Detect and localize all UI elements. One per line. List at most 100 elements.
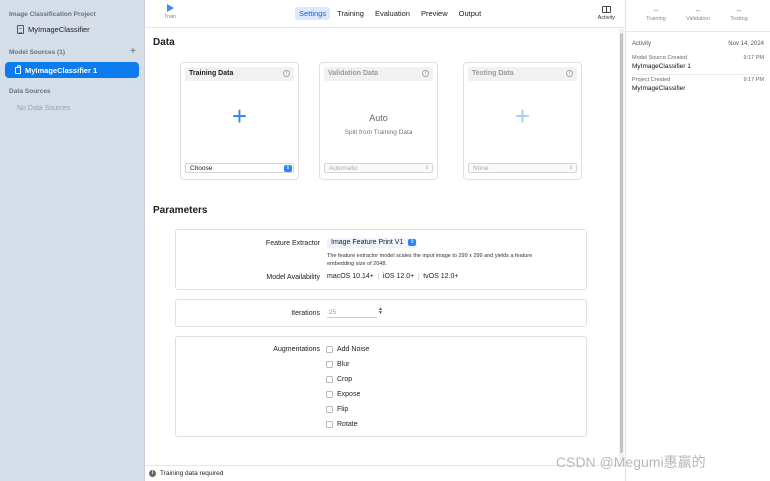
iterations-label: Iterations bbox=[291, 310, 320, 317]
model-source-icon bbox=[15, 64, 21, 74]
augmentation-add-noise[interactable]: Add Noise bbox=[326, 346, 369, 353]
testing-data-header: Testing Data ? bbox=[468, 67, 577, 81]
iterations-stepper[interactable]: ▲ ▼ bbox=[378, 307, 383, 316]
tab-evaluation[interactable]: Evaluation bbox=[371, 7, 414, 20]
help-icon[interactable]: ? bbox=[566, 70, 573, 77]
model-availability-label: Model Availability bbox=[266, 274, 320, 281]
iterations-panel: Iterations 25 ▲ ▼ bbox=[175, 299, 587, 327]
play-icon bbox=[167, 4, 174, 12]
checkbox[interactable] bbox=[326, 421, 333, 428]
tab-training[interactable]: Training bbox=[333, 7, 368, 20]
checkbox[interactable] bbox=[326, 376, 333, 383]
augmentations-panel: Augmentations Add Noise Blur Crop Expose… bbox=[175, 336, 587, 437]
feature-extractor-label: Feature Extractor bbox=[265, 240, 320, 247]
tab-settings[interactable]: Settings bbox=[295, 7, 331, 20]
activity-event: Model Source Created bbox=[632, 55, 688, 61]
add-testing-data-button[interactable]: + bbox=[515, 103, 530, 129]
augmentation-flip[interactable]: Flip bbox=[326, 406, 348, 413]
activity-name: MyImageClassifier 1 bbox=[632, 63, 691, 70]
metric-training: -- Training bbox=[636, 8, 676, 22]
metric-label: Validation bbox=[686, 16, 710, 22]
model-source-label: MyImageClassifier 1 bbox=[25, 65, 98, 75]
augmentation-label: Expose bbox=[337, 391, 361, 398]
checkbox[interactable] bbox=[326, 391, 333, 398]
augmentation-expose[interactable]: Expose bbox=[326, 391, 360, 398]
sidebar: Image Classification Project MyImageClas… bbox=[0, 0, 145, 481]
chevron-updown-icon: ⇕ bbox=[284, 164, 292, 172]
tab-output[interactable]: Output bbox=[455, 7, 486, 20]
metric-label: Testing bbox=[730, 16, 748, 22]
document-icon bbox=[17, 25, 24, 34]
augmentation-label: Blur bbox=[337, 361, 350, 368]
activity-header: Activity Nov 14, 2024 bbox=[632, 41, 764, 47]
project-name: MyImageClassifier bbox=[28, 25, 90, 34]
training-data-title: Training Data bbox=[189, 70, 234, 77]
iterations-field[interactable]: 25 bbox=[327, 309, 377, 318]
activity-time: 9:17 PM bbox=[743, 55, 764, 61]
activity-entry: Project Created 9:17 PM MyImageClassifie… bbox=[632, 77, 764, 92]
chevron-updown-icon: ⇕ bbox=[408, 239, 417, 246]
metric-validation: -- Validation bbox=[678, 8, 718, 22]
project-header: Image Classification Project bbox=[9, 11, 96, 18]
training-data-card[interactable]: Training Data ? + Choose ⇕ bbox=[180, 62, 299, 180]
add-model-source-button[interactable]: + bbox=[130, 46, 136, 57]
augmentation-rotate[interactable]: Rotate bbox=[326, 421, 358, 428]
divider bbox=[632, 74, 764, 75]
checkbox[interactable] bbox=[326, 406, 333, 413]
tab-preview[interactable]: Preview bbox=[417, 7, 452, 20]
activity-event: Project Created bbox=[632, 77, 671, 83]
metric-value: -- bbox=[695, 8, 701, 15]
validation-data-card: Validation Data ? Auto Split from Traini… bbox=[319, 62, 438, 180]
augmentation-label: Rotate bbox=[337, 421, 358, 428]
os-tvos: tvOS 12.0+ bbox=[418, 273, 462, 280]
feature-extractor-description: The feature extractor model scales the i… bbox=[327, 253, 533, 267]
status-bar: i Training data required bbox=[146, 465, 625, 481]
sidebar-item-model-source[interactable]: MyImageClassifier 1 bbox=[5, 62, 139, 78]
os-ios: iOS 12.0+ bbox=[377, 273, 418, 280]
augmentation-label: Flip bbox=[337, 406, 349, 413]
os-availability: macOS 10.14+ iOS 12.0+ tvOS 12.0+ bbox=[326, 273, 462, 280]
validation-data-title: Validation Data bbox=[328, 70, 379, 77]
validation-data-select-value: Automatic bbox=[329, 165, 358, 172]
augmentation-blur[interactable]: Blur bbox=[326, 361, 349, 368]
help-icon[interactable]: ? bbox=[422, 70, 429, 77]
validation-data-select[interactable]: Automatic ⇕ bbox=[324, 163, 433, 173]
feature-extractor-panel: Feature Extractor Image Feature Print V1… bbox=[175, 229, 587, 290]
sidebar-item-project[interactable]: MyImageClassifier bbox=[17, 25, 90, 34]
training-data-select[interactable]: Choose ⇕ bbox=[185, 163, 294, 173]
testing-data-select-value: None bbox=[473, 165, 489, 172]
validation-data-header: Validation Data ? bbox=[324, 67, 433, 81]
metric-label: Training bbox=[646, 16, 666, 22]
model-sources-header: Model Sources (1) bbox=[9, 49, 65, 56]
activity-name: MyImageClassifier bbox=[632, 85, 686, 92]
info-icon: i bbox=[149, 470, 156, 477]
training-data-select-value: Choose bbox=[190, 165, 213, 172]
validation-auto-subtitle: Split from Training Data bbox=[344, 129, 413, 136]
activity-toggle-button[interactable]: Activity bbox=[598, 6, 615, 21]
data-sources-header: Data Sources bbox=[9, 88, 51, 95]
training-data-header: Training Data ? bbox=[185, 67, 294, 81]
add-training-data-button[interactable]: + bbox=[232, 103, 247, 129]
metric-value: -- bbox=[736, 8, 742, 15]
toolbar: Train Settings Training Evaluation Previ… bbox=[146, 0, 625, 28]
vertical-scrollbar[interactable] bbox=[619, 29, 624, 465]
train-button[interactable]: Train bbox=[160, 4, 180, 20]
scrollbar-thumb[interactable] bbox=[620, 33, 623, 453]
watermark: CSDN @Megumi惠赢的 bbox=[556, 454, 706, 470]
augmentation-crop[interactable]: Crop bbox=[326, 376, 352, 383]
feature-extractor-popup[interactable]: Image Feature Print V1 ⇕ bbox=[327, 238, 418, 248]
data-section-title: Data bbox=[153, 37, 175, 48]
testing-data-card[interactable]: Testing Data ? + None ⇕ bbox=[463, 62, 582, 180]
activity-panel: -- Training -- Validation -- Testing Act… bbox=[625, 0, 770, 481]
parameters-section-title: Parameters bbox=[153, 205, 208, 216]
metric-value: -- bbox=[653, 8, 659, 15]
checkbox[interactable] bbox=[326, 361, 333, 368]
activity-time: 9:17 PM bbox=[743, 77, 764, 83]
os-macos: macOS 10.14+ bbox=[327, 273, 374, 280]
augmentations-label: Augmentations bbox=[273, 346, 320, 353]
chevron-updown-icon: ⇕ bbox=[568, 164, 574, 171]
help-icon[interactable]: ? bbox=[283, 70, 290, 77]
testing-data-select[interactable]: None ⇕ bbox=[468, 163, 577, 173]
feature-extractor-value: Image Feature Print V1 bbox=[331, 239, 404, 246]
checkbox[interactable] bbox=[326, 346, 333, 353]
